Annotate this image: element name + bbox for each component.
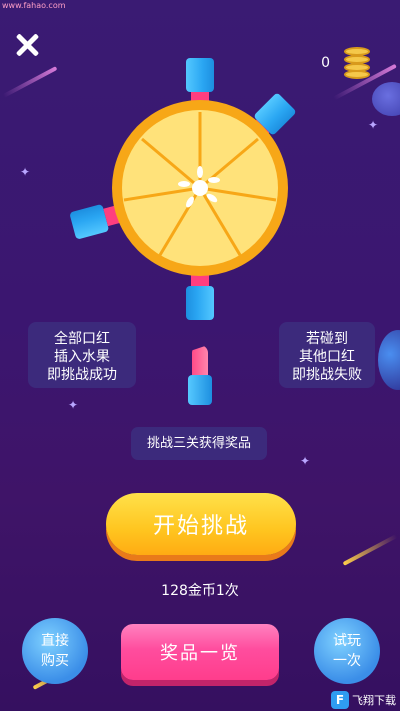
try-once-button[interactable]: 试玩 一次 [314,618,380,684]
star-decoration: ✦ [68,398,79,412]
logo-icon: F [331,691,349,709]
stuck-lipstick [186,272,214,320]
prize-list-button[interactable]: 奖品一览 [121,624,279,680]
rule-line: 即挑战失败 [292,367,362,383]
star-decoration: ✦ [300,454,311,468]
button-label: 试玩 [333,633,361,649]
logo-text: 飞翔下载 [352,694,396,707]
start-challenge-button[interactable]: 开始挑战 [106,493,296,555]
rule-line: 插入水果 [54,349,110,365]
rule-line: 其他口红 [299,349,355,365]
direct-buy-button[interactable]: 直接 购买 [22,618,88,684]
button-label: 直接 [41,633,69,649]
rule-line: 若碰到 [306,331,348,347]
stuck-lipstick [186,58,214,106]
challenge-info-label: 挑战三关获得奖品 [131,427,267,460]
button-label: 一次 [333,653,361,669]
rule-line: 即挑战成功 [47,367,117,383]
rule-success-box: 全部口红 插入水果 即挑战成功 [28,322,136,388]
shooting-star [342,534,398,566]
rule-fail-box: 若碰到 其他口红 即挑战失败 [279,322,375,388]
rule-line: 全部口红 [54,331,110,347]
lemon-wheel[interactable] [0,0,400,340]
lemon-slice [112,100,288,276]
site-logo: F 飞翔下载 [331,691,396,709]
button-label: 购买 [41,653,69,669]
cost-label: 128金币1次 [161,583,239,599]
next-lipstick [188,345,212,405]
